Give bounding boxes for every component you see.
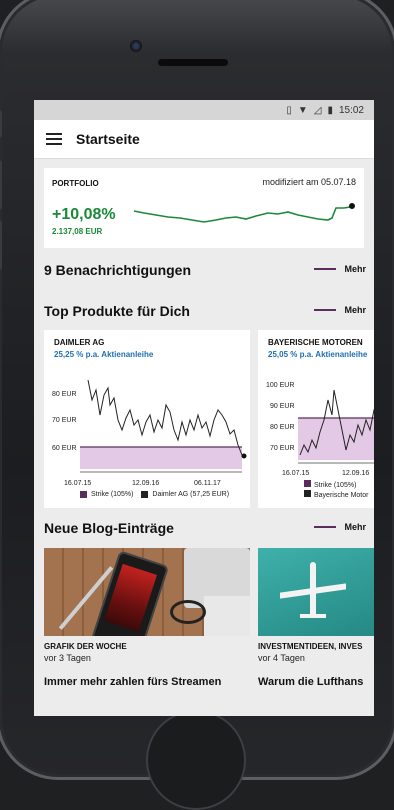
blog-image-airplane xyxy=(258,548,374,636)
y-tick: 90 EUR xyxy=(270,403,295,410)
page-title: Startseite xyxy=(76,131,140,147)
product-chart: 100 EUR 90 EUR 80 EUR 70 EUR 16.07.15 12… xyxy=(266,382,374,477)
y-tick: 60 EUR xyxy=(52,445,77,452)
blog-image-phone xyxy=(44,548,250,636)
product-chart: 80 EUR 70 EUR 60 EUR 16.07.15 12.09.16 0… xyxy=(52,379,247,487)
blog-category: GRAFIK DER WOCHE xyxy=(44,642,127,651)
y-tick: 100 EUR xyxy=(266,382,294,389)
blog-more-link[interactable]: Mehr xyxy=(314,522,366,532)
strike-area xyxy=(298,418,374,460)
chart-legend: Strike (105%) Daimler AG (57,25 EUR) xyxy=(80,491,229,498)
status-bar: ▯ ▼ ◿ ▮ 15:02 xyxy=(34,100,374,120)
blog-header: Neue Blog-Einträge Mehr xyxy=(44,520,366,540)
blog-headline: Warum die Lufthans xyxy=(258,676,364,688)
portfolio-change-eur: 2.137,08 EUR xyxy=(52,227,103,236)
wifi-icon: ▼ xyxy=(297,104,308,116)
x-tick: 06.11.17 xyxy=(194,480,221,487)
blog-category: INVESTMENTIDEEN, INVES xyxy=(258,642,363,651)
products-header: Top Produkte für Dich Mehr xyxy=(44,303,366,323)
product-subtitle: 25,25 % p.a. Aktienanleihe xyxy=(54,350,154,359)
portfolio-card[interactable]: PORTFOLIO modifiziert am 05.07.18 +10,08… xyxy=(44,168,364,248)
signal-icon: ◿ xyxy=(313,104,322,116)
sparkline-end-point xyxy=(349,203,355,209)
y-tick: 70 EUR xyxy=(270,445,295,452)
volume-down-button xyxy=(0,220,2,270)
y-tick: 80 EUR xyxy=(52,391,77,398)
y-tick: 70 EUR xyxy=(52,417,77,424)
volume-up-button xyxy=(0,160,2,210)
blog-date: vor 3 Tagen xyxy=(44,653,91,663)
app-screen: ▯ ▼ ◿ ▮ 15:02 Startseite PORTFOLIO modif… xyxy=(34,100,374,716)
product-card-daimler[interactable]: DAIMLER AG 25,25 % p.a. Aktienanleihe 80… xyxy=(44,330,250,508)
portfolio-modified: modifiziert am 05.07.18 xyxy=(262,177,356,187)
blog-card-streaming[interactable]: GRAFIK DER WOCHE vor 3 Tagen Immer mehr … xyxy=(44,548,250,688)
mute-switch xyxy=(0,110,2,138)
y-tick: 80 EUR xyxy=(270,424,295,431)
product-subtitle: 25,05 % p.a. Aktienanleihe xyxy=(268,350,368,359)
product-name: BAYERISCHE MOTOREN xyxy=(268,338,363,347)
product-name: DAIMLER AG xyxy=(54,338,105,347)
products-more-link[interactable]: Mehr xyxy=(314,305,366,315)
products-title: Top Produkte für Dich xyxy=(44,303,190,319)
blog-title: Neue Blog-Einträge xyxy=(44,520,174,536)
blog-card-lufthansa[interactable]: INVESTMENTIDEEN, INVES vor 4 Tagen Warum… xyxy=(258,548,374,688)
vibrate-icon: ▯ xyxy=(286,104,292,116)
front-camera xyxy=(130,40,142,52)
x-tick: 12.09.16 xyxy=(132,480,159,487)
portfolio-change-pct: +10,08% xyxy=(52,206,116,223)
blog-headline: Immer mehr zahlen fürs Streamen xyxy=(44,676,222,688)
portfolio-sparkline xyxy=(133,203,355,223)
home-button[interactable] xyxy=(146,710,246,810)
x-tick: 16.07.15 xyxy=(282,470,309,477)
portfolio-label: PORTFOLIO xyxy=(52,179,99,188)
blog-date: vor 4 Tagen xyxy=(258,653,305,663)
product-card-bmw[interactable]: BAYERISCHE MOTOREN 25,05 % p.a. Aktienan… xyxy=(258,330,374,508)
menu-icon[interactable] xyxy=(46,133,62,145)
earpiece-speaker xyxy=(158,59,228,66)
app-bar: Startseite xyxy=(34,120,374,159)
notifications-header: 9 Benachrichtigungen Mehr xyxy=(44,262,366,282)
strike-area xyxy=(80,447,242,469)
status-time: 15:02 xyxy=(338,104,364,116)
notifications-title: 9 Benachrichtigungen xyxy=(44,262,192,278)
chart-legend: Strike (105%) Bayerische Motor xyxy=(304,480,368,500)
battery-icon: ▮ xyxy=(327,104,333,116)
x-tick: 16.07.15 xyxy=(64,480,91,487)
notifications-more-link[interactable]: Mehr xyxy=(314,264,366,274)
x-tick: 12.09.16 xyxy=(342,470,369,477)
